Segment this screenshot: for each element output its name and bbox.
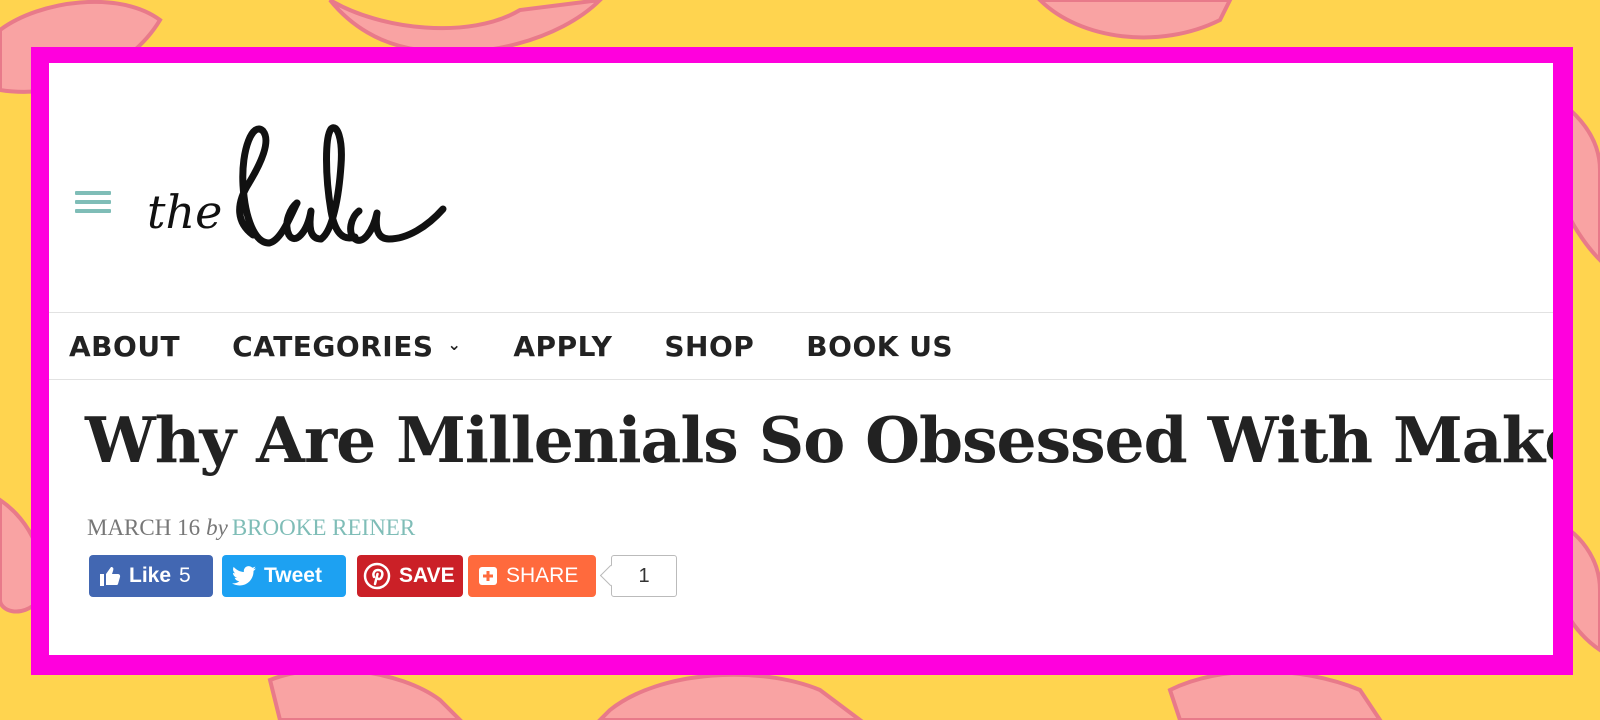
article-author-link[interactable]: BROOKE REINER xyxy=(232,515,415,540)
nav-about-label: ABOUT xyxy=(69,329,181,363)
chevron-down-icon: ⌄ xyxy=(447,334,462,354)
byline-by: by xyxy=(206,515,228,540)
pinterest-save-label: SAVE xyxy=(399,564,455,587)
nav-shop[interactable]: SHOP xyxy=(664,330,754,363)
menu-icon[interactable] xyxy=(75,191,111,213)
tweet-button[interactable]: Tweet xyxy=(222,555,346,597)
nav-shop-label: SHOP xyxy=(664,329,755,363)
nav-about[interactable]: ABOUT xyxy=(69,330,180,363)
nav-book-us[interactable]: BOOK US xyxy=(806,330,953,363)
nav-apply-label: APPLY xyxy=(513,329,613,363)
article-date: MARCH 16 xyxy=(87,515,201,540)
magenta-frame: the the lala ABOUT CATEGORIES ⌄ APPLY SHO… xyxy=(31,47,1573,675)
pinterest-save-button[interactable]: SAVE xyxy=(357,555,463,597)
nav-book-us-label: BOOK US xyxy=(806,329,954,363)
nav-categories[interactable]: CATEGORIES ⌄ xyxy=(232,330,461,363)
main-navigation: ABOUT CATEGORIES ⌄ APPLY SHOP BOOK US xyxy=(49,312,1553,380)
twitter-bird-icon xyxy=(232,566,256,586)
article-meta: MARCH 16 by BROOKE REINER xyxy=(87,515,415,541)
pinterest-icon xyxy=(363,562,391,590)
site-logo-graphic: the xyxy=(147,124,447,247)
facebook-like-button[interactable]: Like 5 xyxy=(89,555,213,597)
tweet-label: Tweet xyxy=(264,564,322,587)
facebook-like-label: Like xyxy=(129,564,172,587)
website-screenshot: the the lala ABOUT CATEGORIES ⌄ APPLY SHO… xyxy=(49,63,1553,655)
svg-text:the: the xyxy=(147,185,222,239)
article-title: Why Are Millenials So Obsessed With Make… xyxy=(85,403,1553,477)
site-logo[interactable]: the the lala xyxy=(145,115,455,265)
share-button[interactable]: SHARE xyxy=(468,555,596,597)
plus-box-icon xyxy=(479,567,497,585)
nav-categories-label: CATEGORIES xyxy=(232,329,434,363)
thumbs-up-icon xyxy=(100,567,121,586)
share-label: SHARE xyxy=(506,564,579,587)
share-count-bubble: 1 xyxy=(611,555,677,597)
share-count: 1 xyxy=(638,564,650,587)
nav-apply[interactable]: APPLY xyxy=(513,330,612,363)
facebook-like-count: 5 xyxy=(179,564,191,587)
